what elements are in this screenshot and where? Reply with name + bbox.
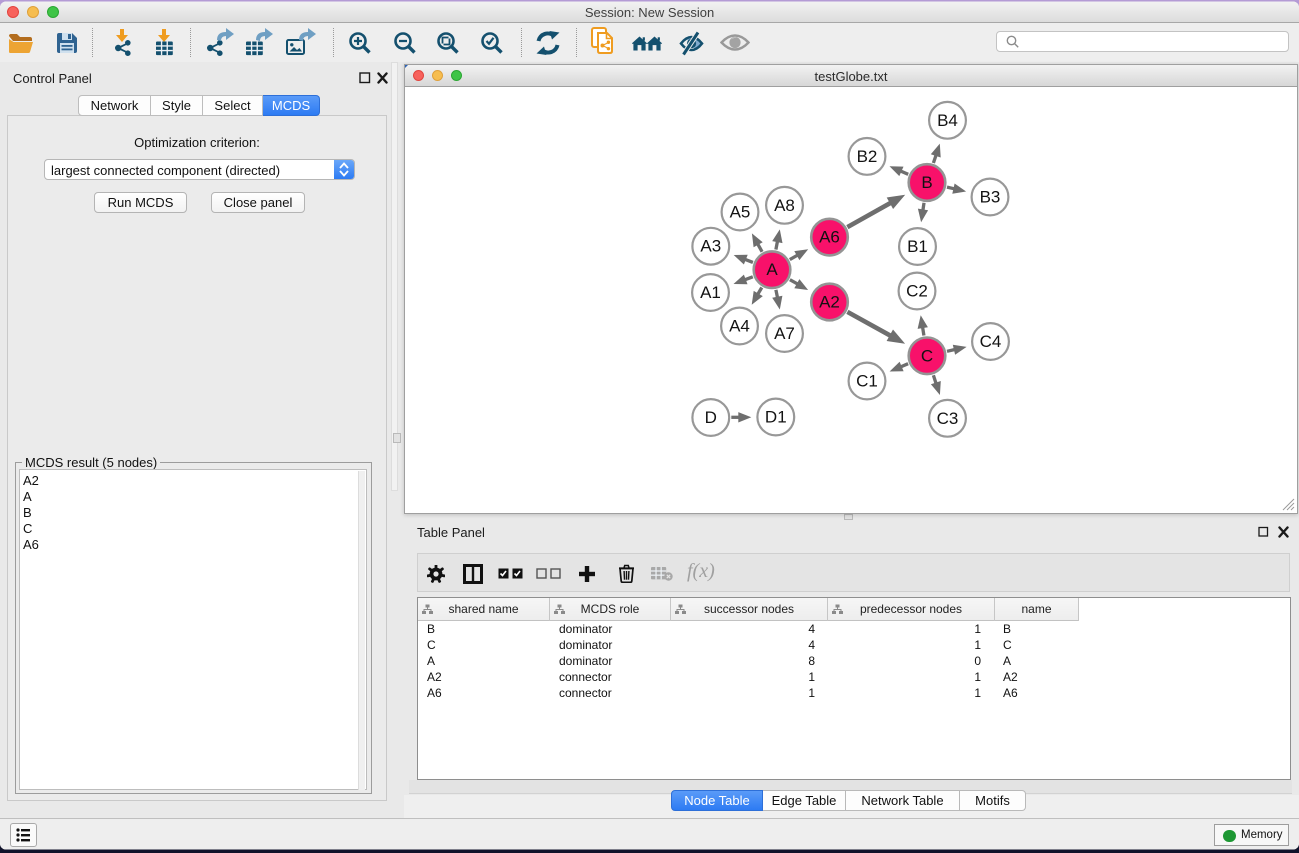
svg-text:A5: A5 — [730, 203, 751, 222]
svg-text:B3: B3 — [980, 188, 1001, 207]
svg-text:A8: A8 — [774, 196, 795, 215]
svg-text:B1: B1 — [907, 237, 928, 256]
svg-text:D: D — [705, 408, 717, 427]
svg-text:C: C — [921, 346, 933, 365]
svg-text:A2: A2 — [819, 293, 840, 312]
svg-text:A1: A1 — [700, 283, 721, 302]
svg-text:C3: C3 — [937, 409, 959, 428]
svg-text:C4: C4 — [980, 332, 1002, 351]
svg-text:A7: A7 — [774, 324, 795, 343]
svg-text:C1: C1 — [856, 372, 878, 391]
svg-text:A6: A6 — [819, 228, 840, 247]
svg-text:A4: A4 — [729, 317, 750, 336]
svg-text:A: A — [766, 260, 778, 279]
svg-text:B4: B4 — [937, 111, 958, 130]
svg-text:B: B — [921, 173, 932, 192]
svg-text:D1: D1 — [765, 408, 787, 427]
svg-text:B2: B2 — [857, 147, 878, 166]
svg-text:A3: A3 — [700, 237, 721, 256]
svg-text:C2: C2 — [906, 282, 928, 301]
